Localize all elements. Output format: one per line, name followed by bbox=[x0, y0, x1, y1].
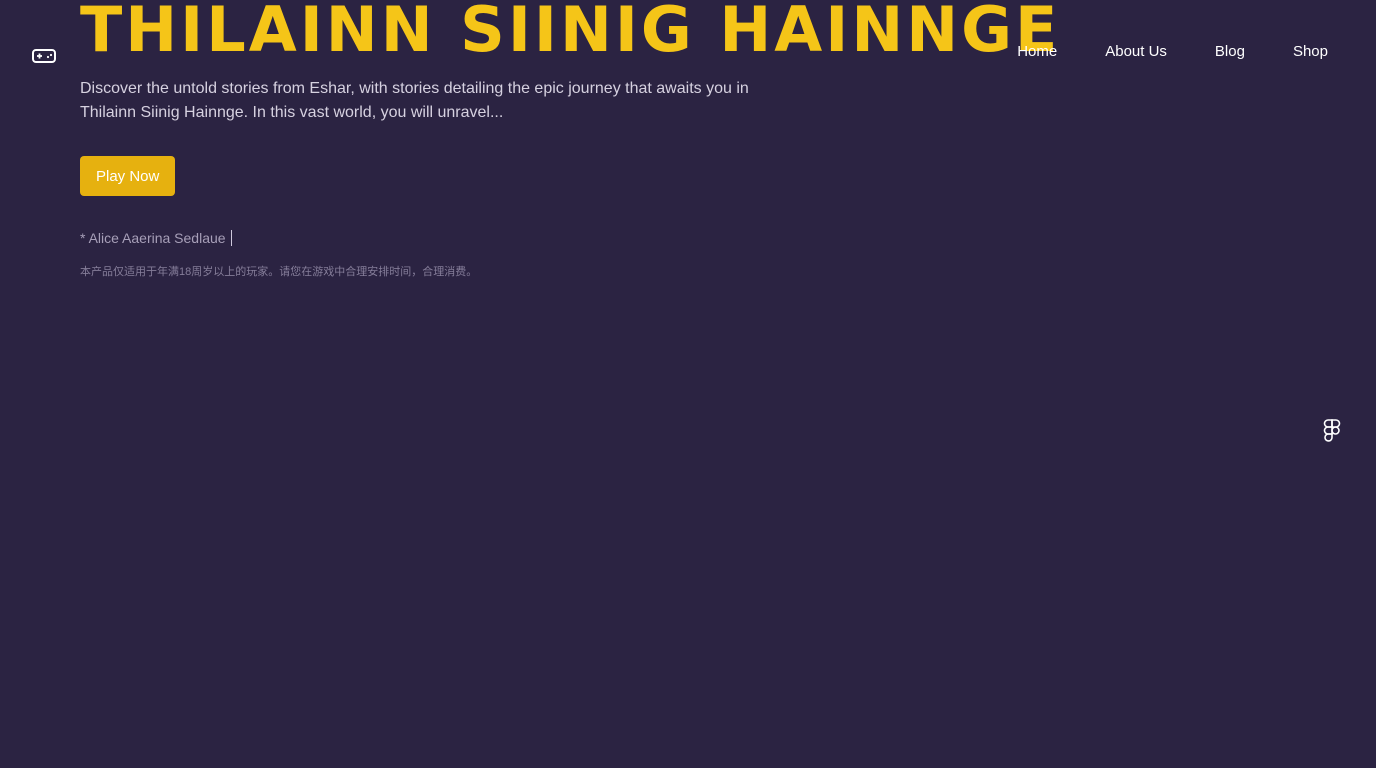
author-text: * Alice Aaerina Sedlaue bbox=[80, 230, 226, 246]
nav-shop[interactable]: Shop bbox=[1293, 42, 1328, 62]
hero-description: Discover the untold stories from Eshar, … bbox=[80, 80, 749, 121]
nav-blog[interactable]: Blog bbox=[1215, 42, 1245, 62]
page-title: THILAINN SIINIG HAINNGE bbox=[80, 0, 1061, 66]
text-caret bbox=[230, 230, 232, 246]
gamepad-icon[interactable] bbox=[32, 48, 56, 64]
nav-about-us[interactable]: About Us bbox=[1105, 42, 1167, 62]
page: THILAINN SIINIG HAINNGE Home About Us Bl… bbox=[0, 0, 1376, 768]
author-line: * Alice Aaerina Sedlaue bbox=[80, 228, 232, 248]
main-nav: Home About Us Blog Shop bbox=[1017, 42, 1328, 62]
nav-home[interactable]: Home bbox=[1017, 42, 1057, 62]
play-now-button[interactable]: Play Now bbox=[80, 156, 176, 196]
figma-icon[interactable] bbox=[1323, 419, 1341, 443]
age-notice: 本产品仅适用于年满18周岁以上的玩家。请您在游戏中合理安排时间，合理消费。 bbox=[80, 266, 478, 278]
